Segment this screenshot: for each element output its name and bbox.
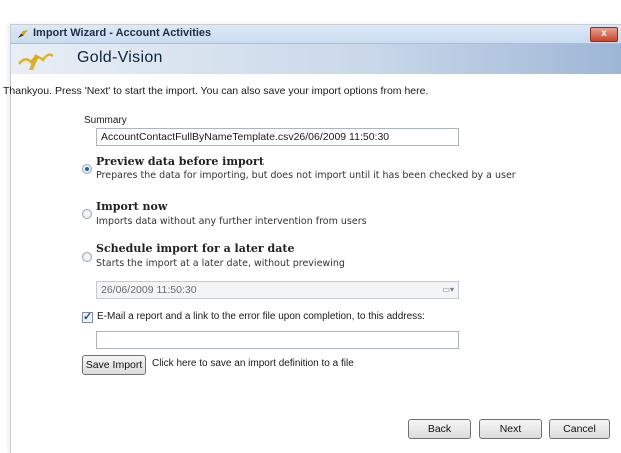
title-bar[interactable]: Import Wizard - Account Activities x <box>11 25 621 44</box>
save-import-hint: Click here to save an import definition … <box>152 358 354 369</box>
email-report-label: E-Mail a report and a link to the error … <box>97 311 425 322</box>
schedule-option-description: Starts the import at a later date, witho… <box>96 258 345 269</box>
intro-text: Thankyou. Press 'Next' to start the impo… <box>3 85 429 97</box>
email-address-input[interactable] <box>96 331 459 349</box>
window-title: Import Wizard - Account Activities <box>33 27 212 39</box>
calendar-icon[interactable]: ▭▾ <box>438 285 454 295</box>
save-import-button[interactable]: Save Import <box>82 355 146 375</box>
close-button[interactable]: x <box>590 27 618 42</box>
preview-option-description: Prepares the data for importing, but doe… <box>96 170 516 181</box>
email-report-checkbox[interactable] <box>82 310 93 323</box>
summary-field[interactable]: AccountContactFullByNameTemplate.csv26/0… <box>96 128 459 146</box>
close-icon: x <box>601 28 607 39</box>
preview-option-title: Preview data before import <box>96 155 264 168</box>
import-wizard-window: Import Wizard - Account Activities x Gol… <box>3 24 621 453</box>
schedule-option-title: Schedule import for a later date <box>96 242 295 255</box>
brand-banner: Gold-Vision <box>11 44 621 74</box>
back-button[interactable]: Back <box>408 419 471 439</box>
gold-vision-logo-icon <box>18 53 54 70</box>
preview-radio[interactable] <box>82 164 92 174</box>
schedule-radio[interactable] <box>82 252 92 262</box>
summary-label: Summary <box>84 115 127 126</box>
gold-wing-icon <box>18 30 28 38</box>
schedule-date-picker[interactable]: 26/06/2009 11:50:30 ▭▾ <box>96 281 459 299</box>
next-button[interactable]: Next <box>479 419 542 439</box>
brand-name: Gold-Vision <box>77 49 163 66</box>
import-now-option-description: Imports data without any further interve… <box>96 216 367 227</box>
schedule-date-value: 26/06/2009 11:50:30 <box>101 284 197 296</box>
import-now-radio[interactable] <box>82 209 92 219</box>
cancel-button[interactable]: Cancel <box>549 419 610 439</box>
import-now-option-title: Import now <box>96 200 168 213</box>
